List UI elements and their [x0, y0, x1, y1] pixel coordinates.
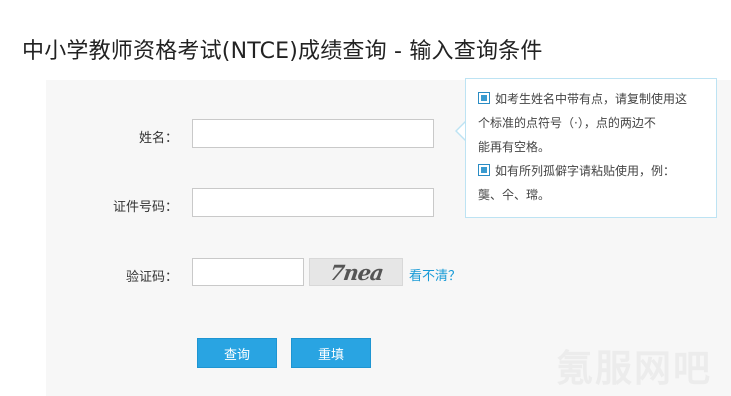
- query-button[interactable]: 查询: [197, 338, 277, 368]
- square-bullet-icon: [478, 92, 490, 104]
- id-number-label: 证件号码：: [112, 200, 178, 215]
- rare-characters-example[interactable]: 龑、仐、瑺。: [478, 188, 550, 202]
- square-bullet-icon: [478, 164, 490, 176]
- reset-button[interactable]: 重填: [291, 338, 371, 368]
- captcha-input[interactable]: [192, 258, 304, 286]
- name-label: 姓名：: [138, 131, 178, 146]
- id-number-input[interactable]: [192, 188, 434, 217]
- tip-box: 如考生姓名中带有点，请复制使用这 个标准的点符号（·），点的两边不 能再有空格。…: [465, 78, 717, 218]
- page-title: 中小学教师资格考试(NTCE)成绩查询 - 输入查询条件: [22, 39, 543, 64]
- captcha-label: 验证码：: [125, 270, 178, 285]
- name-input[interactable]: [192, 119, 434, 148]
- captcha-image[interactable]: 7nea: [309, 258, 403, 286]
- watermark: 氪服网吧: [556, 347, 712, 390]
- tip-item-dot-symbol: 如考生姓名中带有点，请复制使用这 个标准的点符号（·），点的两边不 能再有空格。: [478, 92, 688, 154]
- captcha-image-text: 7nea: [327, 259, 385, 285]
- refresh-captcha-link[interactable]: 看不清？: [409, 265, 461, 284]
- tip-item-rare-characters: 如有所列孤僻字请粘贴使用，例： 龑、仐、瑺。: [478, 164, 676, 202]
